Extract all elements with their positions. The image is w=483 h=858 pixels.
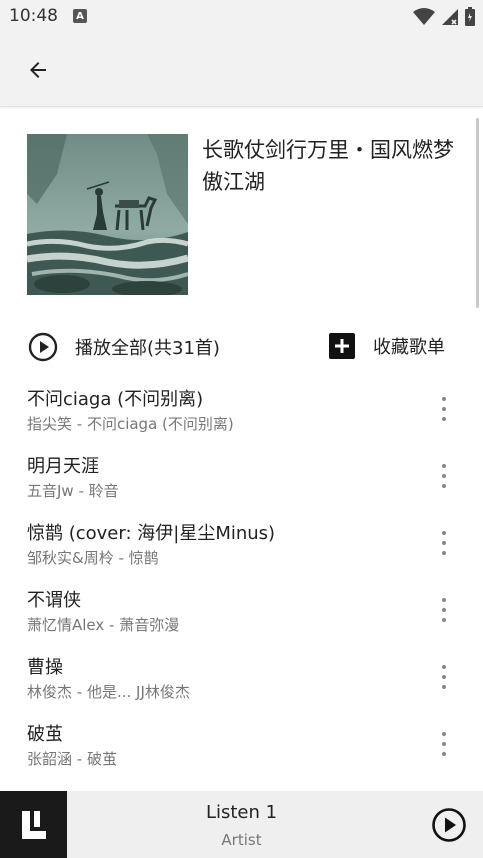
status-time: 10:48 xyxy=(9,6,58,26)
more-options-icon[interactable] xyxy=(435,531,453,555)
play-all-button[interactable]: 播放全部(共31首) xyxy=(28,332,220,362)
song-subtitle: 邹秋实&周柃 - 惊鹊 xyxy=(27,549,159,567)
player-artist: Artist xyxy=(221,831,262,849)
collect-playlist-button[interactable]: 收藏歌单 xyxy=(328,332,445,360)
song-item[interactable]: 惊鹊 (cover: 海伊|星尘Minus) 邹秋实&周柃 - 惊鹊 xyxy=(0,509,483,576)
more-options-icon[interactable] xyxy=(435,665,453,689)
back-button[interactable] xyxy=(22,54,54,86)
song-subtitle: 指尖笑 - 不问ciaga (不问别离) xyxy=(27,415,234,433)
song-title: 明月天涯 xyxy=(27,456,99,477)
more-options-icon[interactable] xyxy=(435,598,453,622)
add-box-icon xyxy=(329,333,355,359)
player-title: Listen 1 xyxy=(205,802,278,823)
wifi-icon xyxy=(413,7,435,25)
arrow-left-icon xyxy=(30,62,46,78)
song-subtitle: 五音Jw - 聆音 xyxy=(27,482,119,500)
cover-image xyxy=(27,134,188,295)
play-all-label: 播放全部(共31首) xyxy=(75,338,220,359)
song-item[interactable]: 不问ciaga (不问别离) 指尖笑 - 不问ciaga (不问别离) xyxy=(0,375,483,442)
signal-icon xyxy=(442,8,458,25)
play-button[interactable] xyxy=(431,807,467,843)
app-bar xyxy=(0,34,483,107)
song-title: 破茧 xyxy=(27,724,63,745)
song-item[interactable]: 明月天涯 五音Jw - 聆音 xyxy=(0,442,483,509)
song-subtitle: 张韶涵 - 破茧 xyxy=(27,750,117,768)
collect-playlist-label: 收藏歌单 xyxy=(373,337,445,358)
song-subtitle: 林俊杰 - 他是... JJ林俊杰 xyxy=(27,683,190,701)
status-bar: 10:48 A xyxy=(0,0,483,34)
song-list: 不问ciaga (不问别离) 指尖笑 - 不问ciaga (不问别离) 明月天涯… xyxy=(0,375,483,777)
song-item[interactable]: 不谓侠 萧忆情Alex - 萧音弥漫 xyxy=(0,576,483,643)
song-title: 不谓侠 xyxy=(27,590,81,611)
song-title: 不问ciaga (不问别离) xyxy=(27,389,204,410)
playlist-cover xyxy=(27,134,188,295)
song-item[interactable]: 破茧 张韶涵 - 破茧 xyxy=(0,710,483,777)
status-icons xyxy=(413,7,475,26)
song-subtitle: 萧忆情Alex - 萧音弥漫 xyxy=(27,616,180,634)
scrollbar[interactable] xyxy=(476,118,479,308)
action-row: 播放全部(共31首) 收藏歌单 xyxy=(0,330,483,368)
song-title: 曹操 xyxy=(27,657,63,678)
song-item[interactable]: 曹操 林俊杰 - 他是... JJ林俊杰 xyxy=(0,643,483,710)
playlist-title: 长歌仗剑行万里・国风燃梦傲江湖 xyxy=(202,138,454,194)
battery-icon xyxy=(465,7,475,26)
song-title: 惊鹊 (cover: 海伊|星尘Minus) xyxy=(27,523,276,544)
more-options-icon[interactable] xyxy=(435,464,453,488)
more-options-icon[interactable] xyxy=(435,732,453,756)
mini-player[interactable]: Listen 1 Artist xyxy=(0,791,483,858)
notification-icon: A xyxy=(73,9,87,23)
play-circle-icon xyxy=(28,332,58,362)
more-options-icon[interactable] xyxy=(435,397,453,421)
